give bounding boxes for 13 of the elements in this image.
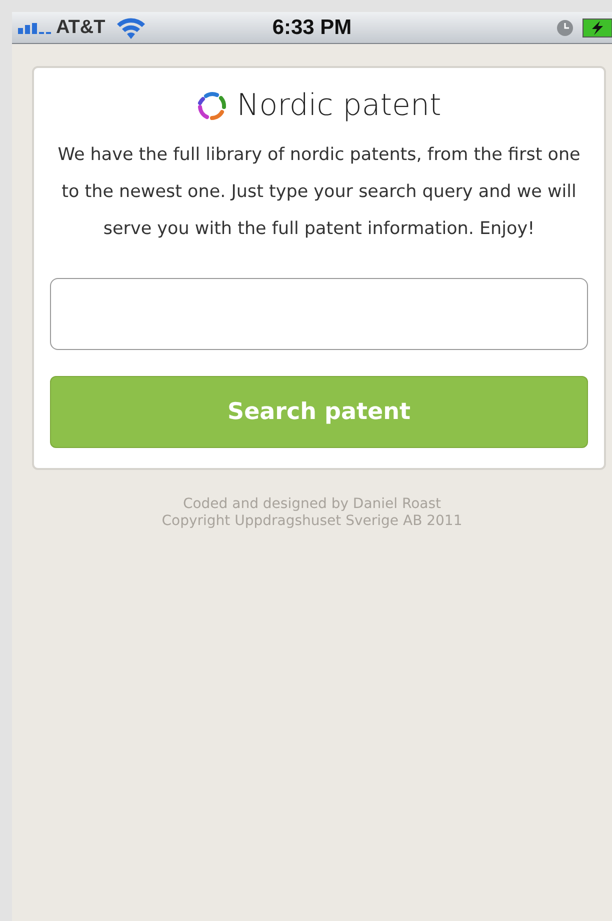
app-title: Nordic patent [236, 88, 442, 123]
search-field[interactable] [50, 278, 588, 350]
battery-icon [582, 18, 612, 38]
footer-text: Copyright Uppdragshuset Sverige AB 2011 [162, 513, 462, 530]
clock-icon [556, 18, 574, 36]
logo-icon [196, 90, 227, 120]
footer-text: Coded and designed by Daniel Roast [182, 496, 442, 513]
clock-time: 6:33 PM [272, 16, 352, 38]
signal-icon [18, 22, 52, 34]
carrier-name: AT&T [56, 16, 106, 38]
wifi-icon [115, 16, 148, 40]
search-button[interactable]: Search patent [50, 376, 588, 448]
description: We have the full library of nordic patents, from the first one to the newest one. Just type your search query and we will serve you with the full patent information. Enjoy! [56, 144, 582, 241]
